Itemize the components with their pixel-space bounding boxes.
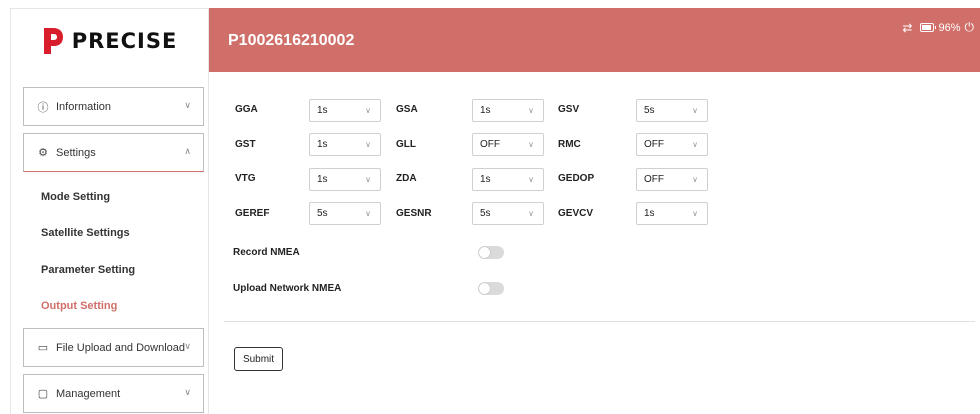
chevron-up-icon: ∧ — [184, 146, 191, 156]
geref-rate-select[interactable]: 5s ∨ — [309, 202, 381, 225]
select-value: 1s — [317, 105, 328, 116]
chevron-down-icon: ∨ — [184, 341, 191, 351]
gst-rate-select[interactable]: 1s ∨ — [309, 133, 381, 156]
gsa-rate-select[interactable]: 1s ∨ — [472, 99, 544, 122]
chevron-down-icon: ∨ — [365, 140, 371, 149]
chevron-down-icon: ∨ — [365, 106, 371, 115]
nmea-label-gsa: GSA — [396, 104, 418, 115]
upload-network-nmea-label: Upload Network NMEA — [233, 283, 342, 294]
gesnr-rate-select[interactable]: 5s ∨ — [472, 202, 544, 225]
select-value: 1s — [317, 174, 328, 185]
sidebar-item-file-upload-download[interactable]: ▭ File Upload and Download ∨ — [23, 328, 204, 367]
nmea-label-gevcv: GEVCV — [558, 208, 594, 219]
nmea-label-zda: ZDA — [396, 173, 417, 184]
sidebar-item-label: Information — [56, 100, 112, 113]
zda-rate-select[interactable]: 1s ∨ — [472, 168, 544, 191]
brand-logo: PRECISE — [10, 8, 209, 72]
logo-text: PRECISE — [71, 28, 178, 53]
chevron-down-icon: ∨ — [528, 140, 534, 149]
upload-network-nmea-toggle[interactable] — [478, 282, 504, 295]
divider — [224, 321, 975, 322]
record-nmea-toggle[interactable] — [478, 246, 504, 259]
rmc-rate-select[interactable]: OFF ∨ — [636, 133, 708, 156]
monitor-icon: ▢ — [37, 388, 49, 400]
nmea-label-gga: GGA — [235, 104, 258, 115]
select-value: 1s — [480, 105, 491, 116]
gear-icon: ⚙ — [38, 147, 48, 159]
toggle-knob — [479, 247, 490, 258]
nmea-label-gesnr: GESNR — [396, 208, 432, 219]
submit-button[interactable]: Submit — [234, 347, 283, 371]
nmea-label-gst: GST — [235, 139, 256, 150]
gedop-rate-select[interactable]: OFF ∨ — [636, 168, 708, 191]
sidebar-item-label: Management — [56, 387, 121, 400]
app-frame: PRECISE P1002616210002 ⇄ 96% ⏻ ⓘ Informa… — [0, 0, 980, 414]
select-value: 1s — [644, 208, 655, 219]
sidebar-subitem-mode-setting[interactable]: Mode Setting — [41, 191, 110, 203]
nmea-label-vtg: VTG — [235, 173, 256, 184]
select-value: 5s — [480, 208, 491, 219]
logo-mark-icon — [43, 27, 63, 54]
chevron-down-icon: ∨ — [184, 387, 191, 397]
chevron-down-icon: ∨ — [692, 209, 698, 218]
select-value: OFF — [644, 174, 664, 185]
select-value: OFF — [644, 139, 664, 150]
nmea-label-gsv: GSV — [558, 104, 580, 115]
chevron-down-icon: ∨ — [692, 106, 698, 115]
sidebar-subitem-parameter-setting[interactable]: Parameter Setting — [41, 264, 135, 276]
sidebar-item-label: Settings — [56, 146, 96, 159]
folder-icon: ▭ — [37, 342, 49, 354]
gsv-rate-select[interactable]: 5s ∨ — [636, 99, 708, 122]
select-value: OFF — [480, 139, 500, 150]
nmea-label-rmc: RMC — [558, 139, 581, 150]
output-settings-panel: GGA 1s ∨ GSA 1s ∨ GSV 5s ∨ GST 1s ∨ GLL OFF ∨… — [209, 72, 980, 414]
chevron-down-icon: ∨ — [365, 175, 371, 184]
chevron-down-icon: ∨ — [528, 209, 534, 218]
chevron-down-icon: ∨ — [528, 106, 534, 115]
select-value: 1s — [480, 174, 491, 185]
battery-percentage: 96% — [938, 21, 961, 34]
select-value: 5s — [644, 105, 655, 116]
sidebar: ⓘ Information ∨ ⚙ Settings ∧ Mode Settin… — [10, 72, 209, 414]
sidebar-item-management[interactable]: ▢ Management ∨ — [23, 374, 204, 413]
chevron-down-icon: ∨ — [692, 175, 698, 184]
gevcv-rate-select[interactable]: 1s ∨ — [636, 202, 708, 225]
device-id: P1002616210002 — [228, 32, 355, 49]
gga-rate-select[interactable]: 1s ∨ — [309, 99, 381, 122]
select-value: 5s — [317, 208, 328, 219]
chevron-down-icon: ∨ — [528, 175, 534, 184]
record-nmea-label: Record NMEA — [233, 247, 300, 258]
nmea-label-gedop: GEDOP — [558, 173, 595, 184]
gll-rate-select[interactable]: OFF ∨ — [472, 133, 544, 156]
sidebar-item-information[interactable]: ⓘ Information ∨ — [23, 87, 204, 126]
battery-icon — [920, 23, 937, 32]
info-icon: ⓘ — [37, 101, 49, 114]
sidebar-subitem-output-setting[interactable]: Output Setting — [41, 300, 117, 312]
nmea-label-gll: GLL — [396, 139, 416, 150]
toggle-knob — [479, 283, 490, 294]
select-value: 1s — [317, 139, 328, 150]
chevron-down-icon: ∨ — [184, 100, 191, 110]
vtg-rate-select[interactable]: 1s ∨ — [309, 168, 381, 191]
power-icon[interactable]: ⏻ — [965, 20, 975, 35]
sidebar-subitem-satellite-settings[interactable]: Satellite Settings — [41, 227, 130, 239]
sidebar-item-settings[interactable]: ⚙ Settings ∧ — [23, 133, 204, 172]
chevron-down-icon: ∨ — [692, 140, 698, 149]
status-bar: ⇄ 96% ⏻ — [902, 20, 974, 35]
nmea-label-geref: GEREF — [235, 208, 270, 219]
chevron-down-icon: ∨ — [365, 209, 371, 218]
translate-icon[interactable]: ⇄ — [902, 21, 912, 35]
sidebar-item-label: File Upload and Download — [56, 341, 186, 354]
top-header: P1002616210002 ⇄ 96% ⏻ — [209, 8, 980, 72]
